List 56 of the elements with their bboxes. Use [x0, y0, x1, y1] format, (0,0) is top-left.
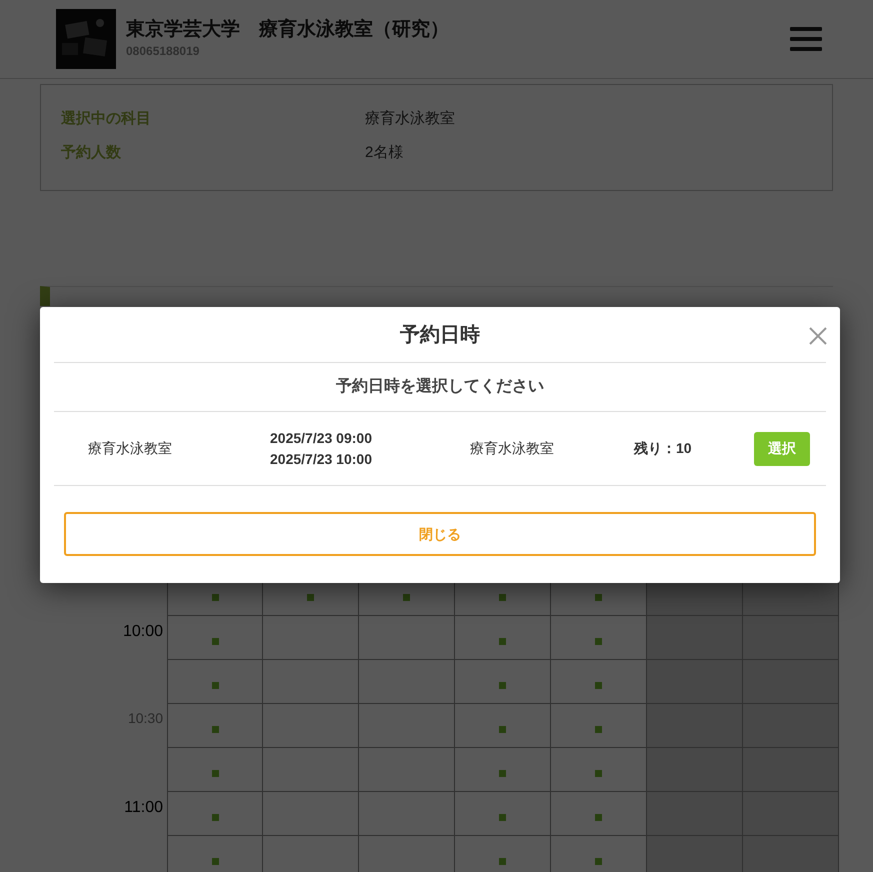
schedule-cell[interactable]	[647, 836, 743, 872]
summary-value: 2名様	[365, 143, 404, 163]
close-icon[interactable]	[809, 327, 827, 345]
schedule-cell[interactable]	[647, 616, 743, 660]
close-button[interactable]: 閉じる	[64, 512, 816, 556]
time-label: 11:00	[124, 798, 163, 818]
schedule-cell[interactable]	[167, 836, 263, 872]
schedule-cell[interactable]	[263, 660, 359, 704]
schedule-cell[interactable]	[167, 792, 263, 836]
menu-icon[interactable]	[790, 26, 822, 52]
site-title: 東京学芸大学 療育水泳教室（研究）	[126, 18, 449, 42]
schedule-cell[interactable]	[647, 792, 743, 836]
schedule-cell[interactable]	[551, 704, 647, 748]
schedule-cell[interactable]	[455, 748, 551, 792]
schedule-cell[interactable]	[743, 704, 839, 748]
schedule-cell[interactable]	[167, 616, 263, 660]
schedule-cell[interactable]	[455, 660, 551, 704]
place-name: 療育水泳教室	[470, 439, 555, 458]
schedule-cell[interactable]	[551, 792, 647, 836]
schedule-cell[interactable]	[263, 792, 359, 836]
select-button[interactable]: 選択	[754, 432, 810, 466]
schedule-cell[interactable]	[647, 704, 743, 748]
schedule-cell[interactable]	[551, 660, 647, 704]
schedule-cell[interactable]	[647, 660, 743, 704]
schedule-cell[interactable]	[743, 792, 839, 836]
schedule-cell[interactable]	[743, 616, 839, 660]
end-time: 2025/7/23 10:00	[270, 450, 373, 468]
schedule-cell[interactable]	[359, 616, 455, 660]
summary-value: 療育水泳教室	[365, 109, 455, 129]
summary-label: 選択中の科目	[61, 109, 152, 129]
summary-label: 予約人数	[61, 143, 122, 163]
schedule-cell[interactable]	[167, 660, 263, 704]
course-name: 療育水泳教室	[87, 439, 173, 458]
schedule-cell[interactable]	[647, 748, 743, 792]
schedule-cell[interactable]	[263, 704, 359, 748]
schedule-cell[interactable]	[167, 704, 263, 748]
time-label: 10:00	[122, 622, 163, 642]
schedule-cell[interactable]	[743, 836, 839, 872]
schedule-cell[interactable]	[263, 616, 359, 660]
start-time: 2025/7/23 09:00	[270, 428, 373, 448]
schedule-cell[interactable]	[551, 616, 647, 660]
schedule-cell[interactable]	[455, 704, 551, 748]
schedule-cell[interactable]	[263, 748, 359, 792]
schedule-cell[interactable]	[455, 616, 551, 660]
schedule-cell[interactable]	[455, 792, 551, 836]
schedule-cell[interactable]	[359, 748, 455, 792]
schedule-cell[interactable]	[359, 704, 455, 748]
dialog-subtitle: 予約日時を選択してください	[336, 376, 544, 397]
schedule-cell[interactable]	[359, 660, 455, 704]
schedule-cell[interactable]	[551, 748, 647, 792]
remaining-count: 残り：10	[634, 439, 693, 458]
schedule-cell[interactable]	[743, 660, 839, 704]
schedule-cell[interactable]	[359, 792, 455, 836]
dialog-title: 予約日時	[400, 322, 480, 348]
schedule-cell[interactable]	[167, 748, 263, 792]
schedule-cell[interactable]	[743, 748, 839, 792]
